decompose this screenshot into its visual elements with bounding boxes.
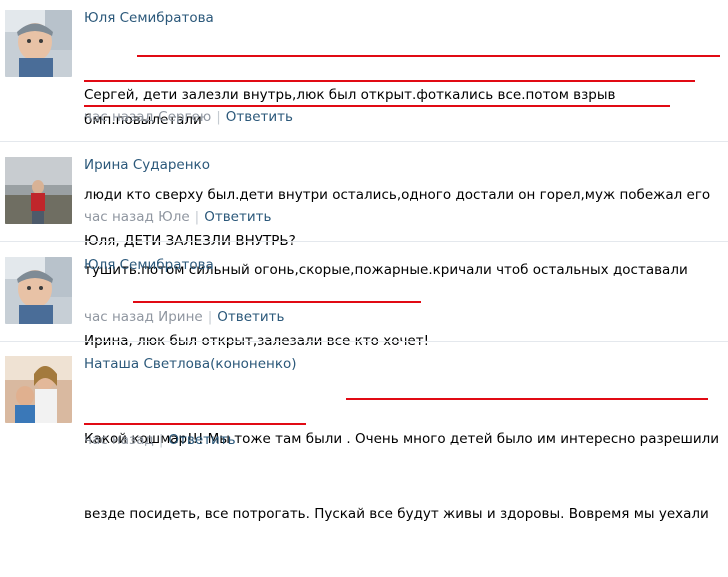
comment-time[interactable]: час назад Сергею xyxy=(84,109,211,125)
avatar[interactable] xyxy=(5,10,72,77)
comment-author[interactable]: Наташа Светлова(кононенко) xyxy=(84,356,297,372)
comment-line: везде посидеть, все потрогать. Пускай вс… xyxy=(84,506,709,522)
separator: | xyxy=(216,109,221,125)
comment-meta: час назад Сергею | Ответить xyxy=(84,109,293,125)
separator: | xyxy=(207,309,213,325)
comment-time[interactable]: час назад xyxy=(84,432,154,448)
separator: | xyxy=(158,432,164,448)
child-photo-icon xyxy=(5,10,72,77)
comment-author[interactable]: Юля Семибратова xyxy=(84,257,214,273)
comment-time[interactable]: час назад Ирине xyxy=(84,309,203,325)
separator: | xyxy=(194,209,200,225)
avatar[interactable] xyxy=(5,157,72,224)
comment-author[interactable]: Ирина Сударенко xyxy=(84,157,210,173)
comment-item: Юля Семибратова Ирина, люк был открыт,за… xyxy=(0,242,728,349)
comment-time[interactable]: час назад Юле xyxy=(84,209,190,225)
child-photo-icon xyxy=(5,257,72,324)
reply-link[interactable]: Ответить xyxy=(204,209,271,225)
comment-meta: час назад Юле | Ответить xyxy=(84,209,271,225)
woman-photo-icon xyxy=(5,157,72,224)
family-photo-icon xyxy=(5,356,72,423)
reply-link[interactable]: Ответить xyxy=(226,109,293,125)
comment-meta: час назад Ирине | Ответить xyxy=(84,309,285,325)
highlight-underline xyxy=(84,105,670,107)
avatar[interactable] xyxy=(5,356,72,423)
comment-meta: час назад | Ответить xyxy=(84,432,236,448)
reply-link[interactable]: Ответить xyxy=(217,309,284,325)
avatar[interactable] xyxy=(5,257,72,324)
comment-text: Какой кошмар!!! Мы тоже там были . Очень… xyxy=(84,377,724,577)
comment-line: Сергей, дети залезли внутрь,люк был откр… xyxy=(84,87,620,128)
highlight-underline xyxy=(84,423,306,425)
highlight-underline xyxy=(84,80,695,82)
highlight-underline xyxy=(137,55,720,57)
reply-link[interactable]: Ответить xyxy=(168,432,235,448)
comment-item: Наташа Светлова(кононенко) Какой кошмар!… xyxy=(0,342,728,522)
comment-item: Юля Семибратова Сергей, дети залезли вну… xyxy=(0,0,728,278)
comment-item: Ирина Сударенко Юля, ДЕТИ ЗАЛЕЗЛИ ВНУТРЬ… xyxy=(0,142,728,249)
highlight-underline xyxy=(133,301,421,303)
highlight-underline xyxy=(346,398,708,400)
comment-author[interactable]: Юля Семибратова xyxy=(84,10,214,26)
